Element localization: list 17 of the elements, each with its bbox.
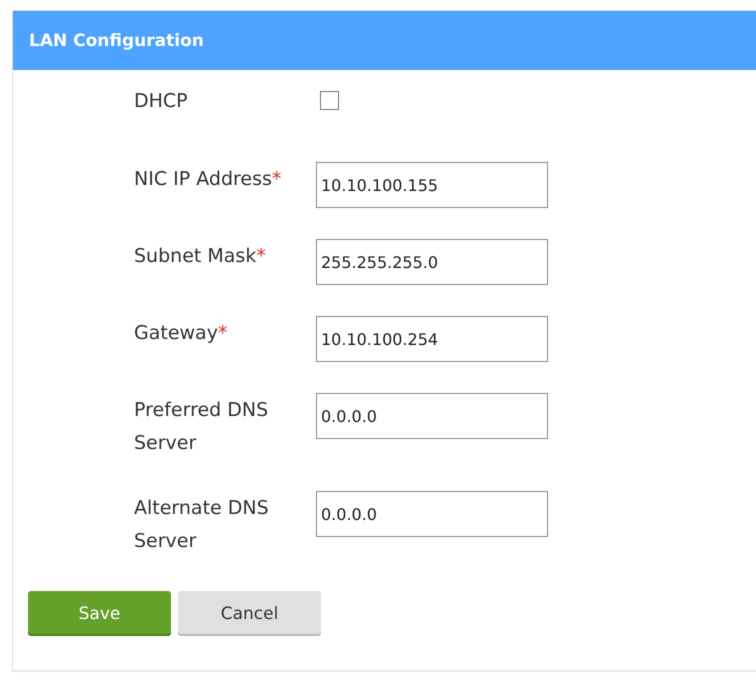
input-field[interactable]: 10.10.100.254 xyxy=(316,316,548,362)
field-label: Alternate DNS Server xyxy=(134,497,269,552)
required-mark: * xyxy=(218,322,228,344)
field-label: DHCP xyxy=(134,90,188,112)
field-label: Subnet Mask xyxy=(134,245,256,267)
panel-title: LAN Configuration xyxy=(29,30,204,50)
field-label: NIC IP Address xyxy=(134,168,272,190)
required-mark: * xyxy=(256,245,266,267)
field-label: Gateway xyxy=(134,322,218,344)
required-mark: * xyxy=(272,168,282,190)
input-field[interactable]: 0.0.0.0 xyxy=(316,491,548,537)
input-field[interactable]: 0.0.0.0 xyxy=(316,393,548,439)
input-field[interactable]: 255.255.255.0 xyxy=(316,239,548,285)
dhcp-checkbox[interactable] xyxy=(320,91,339,110)
field-label: Preferred DNS Server xyxy=(134,399,268,454)
input-field[interactable]: 10.10.100.155 xyxy=(316,162,548,208)
cancel-button[interactable]: Cancel xyxy=(178,591,321,636)
